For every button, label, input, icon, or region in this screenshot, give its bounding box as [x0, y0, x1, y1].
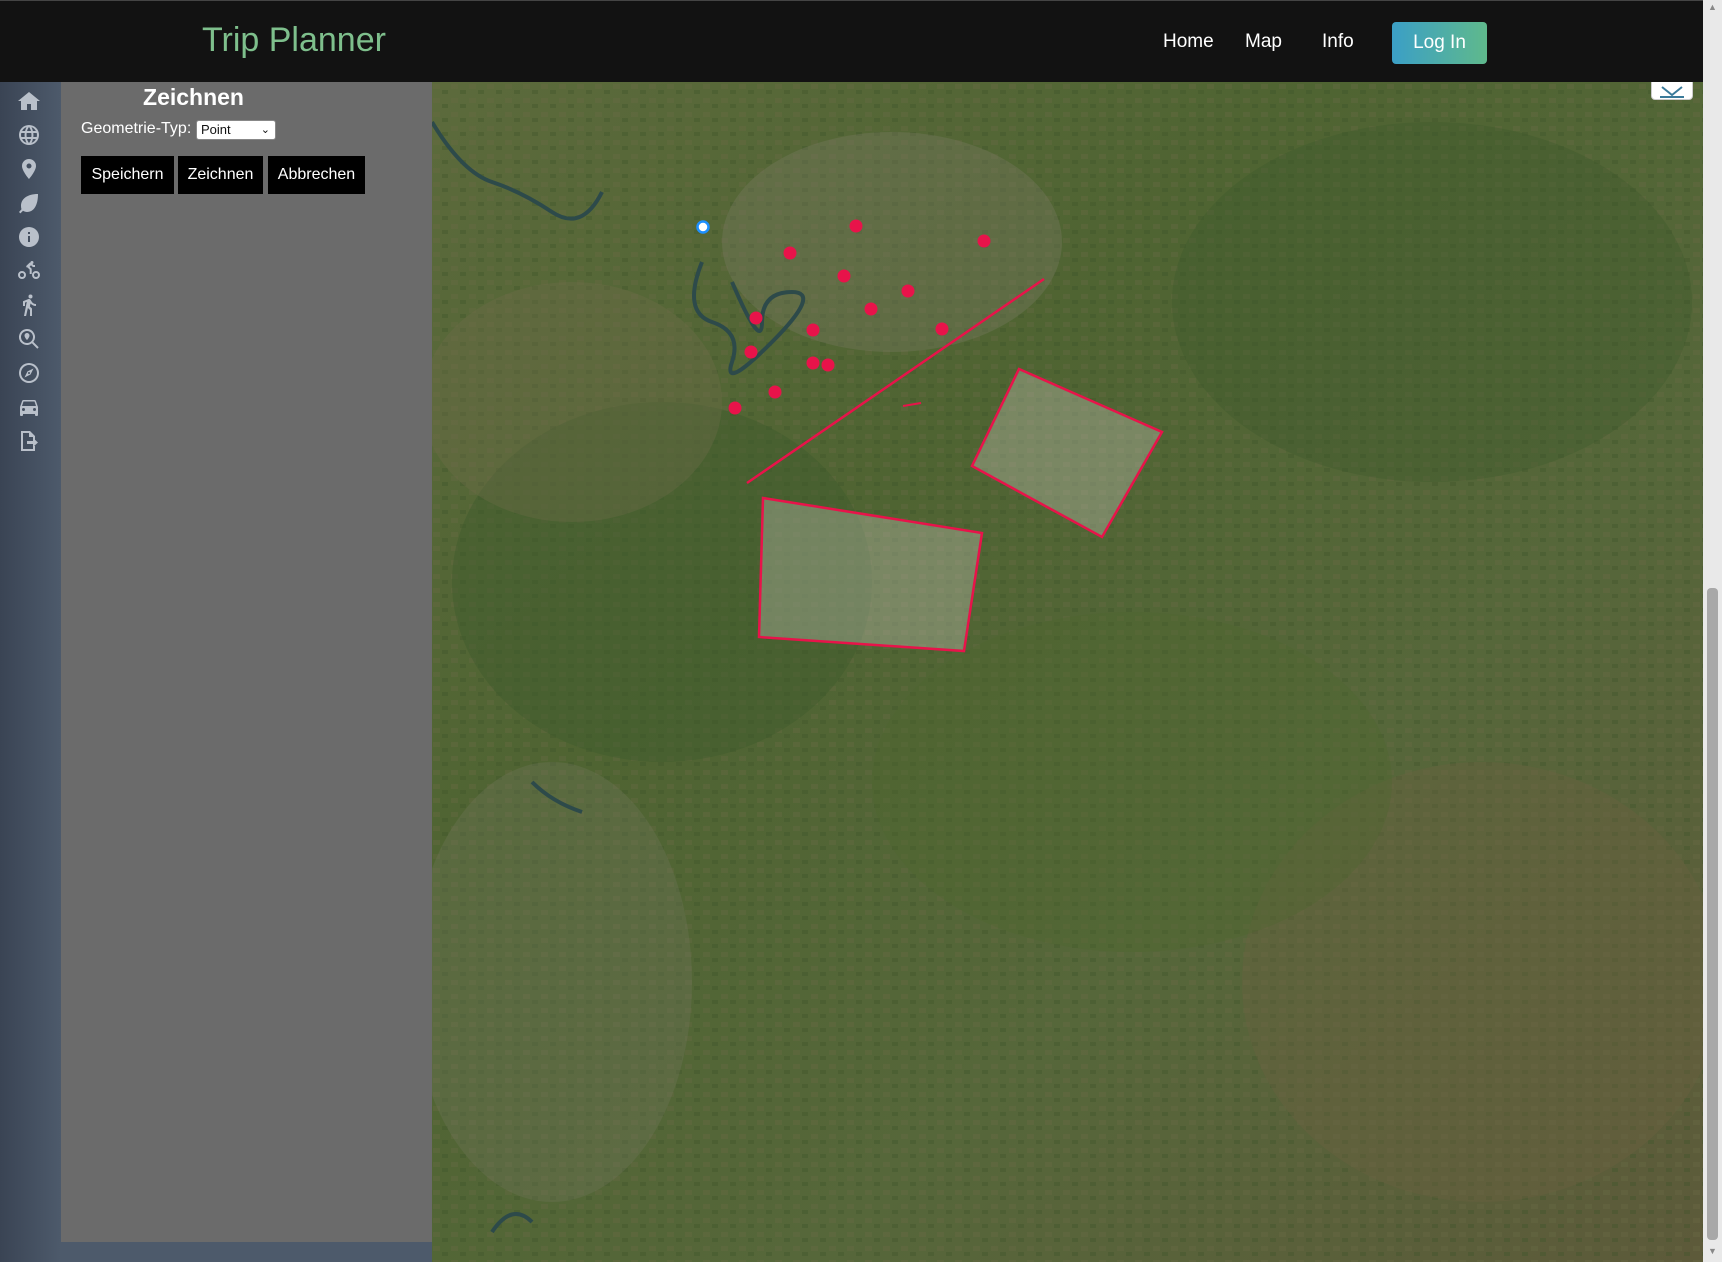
point-feature[interactable] — [935, 322, 949, 336]
point-feature[interactable] — [744, 345, 758, 359]
layers-icon — [1660, 86, 1684, 98]
scrollbar-thumb[interactable] — [1707, 588, 1718, 1240]
icon-sidebar — [0, 82, 61, 1262]
point-feature[interactable] — [768, 385, 782, 399]
point-feature[interactable] — [806, 356, 820, 370]
page-scrollbar[interactable]: ▲ ▼ — [1703, 0, 1722, 1262]
leaf-icon[interactable] — [16, 190, 42, 216]
point-feature[interactable] — [977, 234, 991, 248]
chevron-down-icon: ⌄ — [260, 124, 270, 136]
scroll-up-icon[interactable]: ▲ — [1707, 2, 1718, 14]
bicycle-icon[interactable] — [16, 258, 42, 284]
geometry-type-select[interactable]: Point ⌄ — [196, 120, 276, 140]
point-feature[interactable] — [728, 401, 742, 415]
logout-icon[interactable] — [16, 428, 42, 454]
nav-info-link[interactable]: Info — [1322, 31, 1354, 53]
save-button[interactable]: Speichern — [81, 156, 174, 194]
nav-map-link[interactable]: Map — [1245, 31, 1282, 53]
point-feature[interactable] — [783, 246, 797, 260]
globe-icon[interactable] — [16, 122, 42, 148]
login-button[interactable]: Log In — [1392, 22, 1487, 64]
geometry-type-value: Point — [201, 122, 231, 137]
top-navbar: Trip Planner Home Map Info Log In — [0, 0, 1722, 82]
brand-title[interactable]: Trip Planner — [202, 21, 386, 60]
nav-home-link[interactable]: Home — [1163, 31, 1214, 53]
app-window: Trip Planner Home Map Info Log In Zeichn… — [0, 0, 1722, 1262]
draw-panel: Zeichnen Geometrie-Typ: Point ⌄ Speicher… — [61, 82, 432, 1242]
scroll-down-icon[interactable]: ▼ — [1707, 1246, 1718, 1258]
selected-point-marker[interactable] — [696, 220, 710, 234]
hiking-icon[interactable] — [16, 292, 42, 318]
point-feature[interactable] — [837, 269, 851, 283]
point-feature[interactable] — [864, 302, 878, 316]
draw-button[interactable]: Zeichnen — [178, 156, 263, 194]
layer-switcher-button[interactable] — [1651, 82, 1693, 100]
point-feature[interactable] — [749, 311, 763, 325]
point-feature[interactable] — [821, 358, 835, 372]
panel-footer-strip — [61, 1242, 432, 1262]
point-feature[interactable] — [849, 219, 863, 233]
info-icon[interactable] — [16, 224, 42, 250]
cancel-button[interactable]: Abbrechen — [268, 156, 365, 194]
geometry-type-label: Geometrie-Typ: — [81, 120, 192, 137]
home-icon[interactable] — [16, 88, 42, 114]
satellite-map[interactable] — [432, 82, 1703, 1262]
point-feature[interactable] — [806, 323, 820, 337]
compass-icon[interactable] — [16, 360, 42, 386]
panel-title: Zeichnen — [143, 84, 244, 110]
car-icon[interactable] — [16, 394, 42, 420]
map-marker-icon[interactable] — [16, 156, 42, 182]
map-canvas[interactable] — [432, 82, 1703, 1262]
search-location-icon[interactable] — [16, 326, 42, 352]
point-feature[interactable] — [901, 284, 915, 298]
